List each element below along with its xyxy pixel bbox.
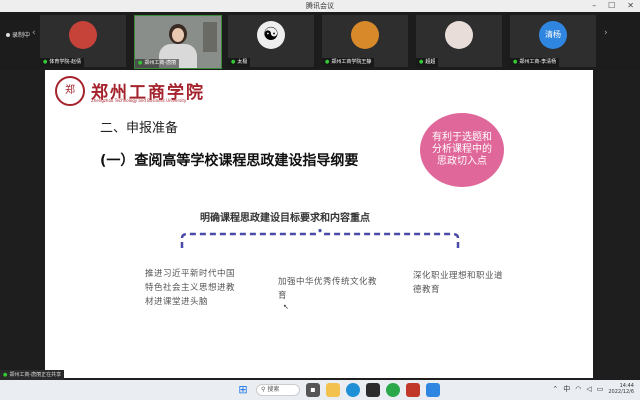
tray-expand-icon[interactable]: ⌃ xyxy=(552,385,558,393)
participant-strip: 录制中 ‹ › ● 体育学院-赵倩 ● 郑州工商-唐丽 ☯ ● 太极 ● 郑州工商学院王… xyxy=(0,12,640,70)
participant-name: ● 郑州工商-唐丽 xyxy=(135,59,180,68)
system-tray: ⌃ 中 ◠ ◁ ▭ 14:44 2022/12/6 xyxy=(552,383,634,395)
battery-icon[interactable]: ▭ xyxy=(597,385,604,393)
recording-indicator[interactable]: 录制中 xyxy=(6,30,30,39)
recording-label: 录制中 xyxy=(12,32,31,39)
record-icon xyxy=(6,32,10,37)
window-controls: – ☐ ✕ xyxy=(592,0,634,12)
clock-date: 2022/12/6 xyxy=(608,389,634,395)
maximize-icon[interactable]: ☐ xyxy=(608,0,615,12)
participant-tile[interactable]: ☯ ● 太极 xyxy=(228,15,314,67)
participant-tile[interactable]: ● 郑州工商学院王静 xyxy=(322,15,408,67)
taskbar-search[interactable]: ⚲ 搜索 xyxy=(256,384,300,396)
window-title: 腾讯会议 xyxy=(306,2,334,10)
avatar xyxy=(445,21,473,49)
volume-icon[interactable]: ◁ xyxy=(586,385,591,393)
sharing-label: 郑州工商-唐丽正在共享 xyxy=(9,372,62,378)
brace-connector xyxy=(180,228,460,248)
participant-tile[interactable]: ● 体育学院-赵倩 xyxy=(40,15,126,67)
window-titlebar: 腾讯会议 – ☐ ✕ xyxy=(0,0,640,12)
mic-icon: ● xyxy=(138,60,143,66)
center-title: 明确课程思政建设目标要求和内容重点 xyxy=(200,213,370,224)
mic-icon: ● xyxy=(43,59,48,65)
windows-taskbar: ⊞ ⚲ 搜索 ▪ ⌃ 中 ◠ ◁ ▭ 14:44 2022/12/6 xyxy=(0,380,640,400)
store-icon[interactable] xyxy=(366,383,380,397)
content-item: 加强中华优秀传统文化教育 xyxy=(278,277,378,301)
content-item: 推进习近平新时代中国特色社会主义思想进教材进课堂进头脑 xyxy=(145,269,236,307)
wechat-icon[interactable] xyxy=(386,383,400,397)
person-face xyxy=(172,28,184,42)
mic-icon: ● xyxy=(231,59,236,65)
tencent-meeting-icon[interactable] xyxy=(426,383,440,397)
yin-yang-icon: ☯ xyxy=(257,21,285,49)
close-icon[interactable]: ✕ xyxy=(627,0,634,12)
scroll-right-icon[interactable]: › xyxy=(604,28,608,38)
participant-video[interactable]: ● 郑州工商-唐丽 xyxy=(134,15,222,69)
sharing-indicator: ● 郑州工商-唐丽正在共享 xyxy=(0,370,65,380)
participant-tile[interactable]: 清杨 ● 郑州工商-李清杨 xyxy=(510,15,596,67)
ime-indicator[interactable]: 中 xyxy=(563,384,570,394)
university-logo-subtitle: Zhengzhou Technology and Business Univer… xyxy=(91,98,187,103)
participant-name: ● 太极 xyxy=(228,58,251,67)
mouse-cursor-icon: ↖ xyxy=(283,303,289,311)
avatar xyxy=(351,21,379,49)
edge-browser-icon[interactable] xyxy=(346,383,360,397)
task-view-icon[interactable]: ▪ xyxy=(306,383,320,397)
slide-heading: 二、申报准备 xyxy=(100,121,179,136)
slide-subheading: (一）查阅高等学校课程思政建设指导纲要 xyxy=(100,153,359,169)
participant-name: ● 体育学院-赵倩 xyxy=(40,58,85,67)
windows-start-icon[interactable]: ⊞ xyxy=(236,383,250,397)
participant-name: ● 郑州工商-李清杨 xyxy=(510,58,560,67)
avatar: 清杨 xyxy=(539,21,567,49)
wifi-icon[interactable]: ◠ xyxy=(575,385,581,393)
university-seal-icon: 郑 xyxy=(55,76,85,106)
app-icon[interactable] xyxy=(406,383,420,397)
avatar xyxy=(69,21,97,49)
file-explorer-icon[interactable] xyxy=(326,383,340,397)
scroll-left-icon[interactable]: ‹ xyxy=(32,28,36,38)
mic-icon: ● xyxy=(419,59,424,65)
background-shelf xyxy=(203,22,217,52)
shared-slide: 郑 郑州工商学院 Zhengzhou Technology and Busine… xyxy=(45,70,593,378)
search-icon: ⚲ xyxy=(261,386,266,393)
participant-tile[interactable]: ● 超超 xyxy=(416,15,502,67)
minimize-icon[interactable]: – xyxy=(592,0,596,12)
content-item: 深化职业理想和职业道德教育 xyxy=(413,271,504,295)
callout-text: 有利于选题和分析课程中的思政切入点 xyxy=(432,132,492,167)
mic-icon: ● xyxy=(325,59,330,65)
participant-name: ● 超超 xyxy=(416,58,439,67)
taskbar-apps: ⊞ ⚲ 搜索 ▪ xyxy=(236,383,440,397)
mic-icon: ● xyxy=(513,59,518,65)
callout-bubble: 有利于选题和分析课程中的思政切入点 xyxy=(420,113,504,187)
clock[interactable]: 14:44 2022/12/6 xyxy=(608,383,634,395)
participant-name: ● 郑州工商学院王静 xyxy=(322,58,375,67)
mic-icon: ● xyxy=(3,372,8,378)
